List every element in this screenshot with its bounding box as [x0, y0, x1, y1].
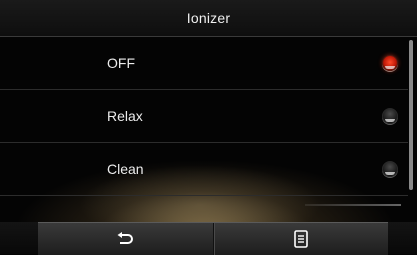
scrollbar[interactable]	[409, 40, 413, 190]
menu-icon	[293, 230, 308, 248]
radio-button[interactable]	[382, 161, 398, 177]
option-label: Relax	[107, 108, 143, 124]
divider	[305, 204, 401, 206]
option-label: OFF	[107, 55, 135, 71]
back-button[interactable]	[38, 223, 213, 255]
radio-button[interactable]	[382, 108, 398, 124]
scrollbar-thumb[interactable]	[409, 40, 413, 190]
radio-button-selected[interactable]	[382, 55, 398, 71]
option-clean[interactable]: Clean	[0, 143, 408, 196]
option-label: Clean	[107, 161, 144, 177]
bottom-bar-edge-right	[388, 222, 417, 254]
bottom-bar-edge-left	[0, 222, 38, 254]
bottom-toolbar	[38, 222, 388, 255]
option-list: OFF Relax Clean	[0, 37, 408, 197]
option-relax[interactable]: Relax	[0, 90, 408, 143]
page-title: Ionizer	[186, 10, 231, 26]
menu-button[interactable]	[212, 223, 389, 255]
back-arrow-icon	[116, 232, 134, 246]
header: Ionizer	[0, 0, 417, 37]
option-off[interactable]: OFF	[0, 37, 408, 90]
